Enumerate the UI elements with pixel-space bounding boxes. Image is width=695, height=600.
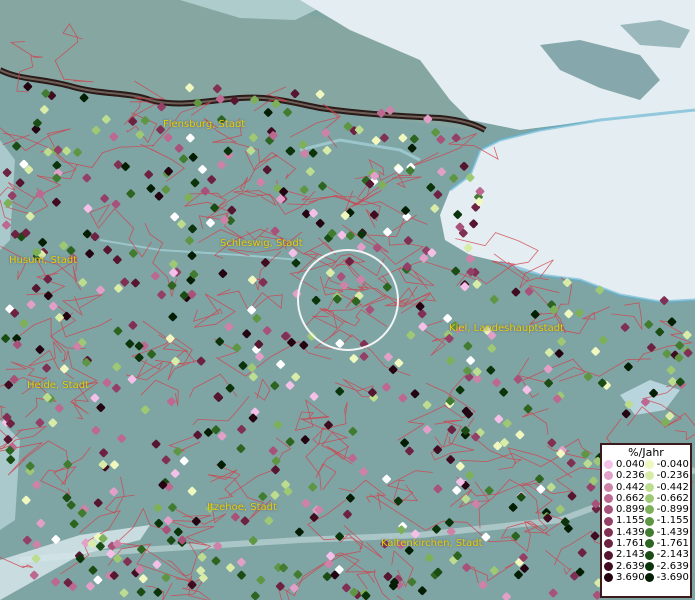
legend-swatch (644, 471, 654, 481)
legend-swatch (604, 460, 613, 470)
legend-swatch (644, 573, 654, 583)
legend-label: -0.442 (656, 481, 689, 493)
basemap (0, 0, 695, 600)
legend-row: 1.155 -1.155 (604, 515, 689, 527)
legend-row: 0.236 -0.236 (604, 470, 689, 482)
legend-entry: 0.899 (604, 504, 645, 515)
legend-label: -0.662 (656, 492, 689, 504)
legend-swatch (644, 539, 654, 549)
legend-label: 1.761 (616, 538, 645, 550)
legend-swatch (644, 482, 654, 492)
legend-entry: -0.442 (644, 481, 689, 493)
legend-label: -0.236 (656, 470, 689, 482)
legend-label: -0.899 (656, 504, 689, 516)
legend-swatch (644, 460, 654, 470)
legend-label: 1.439 (616, 526, 645, 538)
legend-row: 2.639 -2.639 (604, 560, 689, 572)
legend-row: 0.442 -0.442 (604, 481, 689, 493)
legend-row: 3.690 -3.690 (604, 571, 689, 583)
legend-swatch (644, 505, 654, 515)
legend-swatch (604, 539, 613, 549)
legend-row: 2.143 -2.143 (604, 549, 689, 561)
legend-row: 0.662 -0.662 (604, 492, 689, 504)
legend-swatch (604, 527, 613, 537)
legend-entry: 0.236 (604, 470, 645, 481)
map-view[interactable]: Flensburg, Stadt Husum, Stadt Schleswig,… (0, 0, 695, 600)
legend-swatch (604, 516, 613, 526)
legend-entry: 1.439 (604, 527, 645, 538)
legend-entry: -2.639 (644, 560, 689, 572)
legend-label: -2.143 (656, 549, 689, 561)
legend-swatch (604, 505, 613, 515)
legend-label: 3.690 (616, 571, 645, 583)
legend-entry: -1.439 (644, 526, 689, 538)
legend-swatch (604, 494, 613, 504)
legend-swatch (644, 516, 654, 526)
legend-label: -1.761 (656, 538, 689, 550)
legend-label: -2.639 (656, 560, 689, 572)
legend-entry: 2.143 (604, 549, 645, 560)
legend: %/Jahr 0.040 -0.040 0.236 -0.236 0.442 -0.442… (600, 443, 692, 598)
legend-label: -0.040 (656, 459, 689, 470)
legend-label: 0.442 (616, 481, 645, 493)
city-label: Schleswig, Stadt (220, 238, 303, 249)
legend-swatch (604, 482, 613, 492)
legend-entry: 3.690 (604, 572, 645, 583)
legend-label: -3.690 (656, 571, 689, 583)
legend-swatch (604, 550, 613, 560)
city-label: Itzehoe, Stadt (207, 502, 277, 513)
legend-swatch (644, 561, 654, 571)
legend-entry: 2.639 (604, 561, 645, 572)
legend-title: %/Jahr (628, 446, 664, 459)
legend-label: 2.143 (616, 549, 645, 561)
legend-swatch (644, 527, 654, 537)
legend-entry: 0.040 (604, 459, 645, 470)
legend-row: 0.040 -0.040 (604, 459, 689, 470)
legend-label: -1.155 (656, 515, 689, 527)
legend-label: -1.439 (656, 526, 689, 538)
city-label: Heide, Stadt (27, 380, 89, 391)
legend-entry: -0.236 (644, 470, 689, 482)
legend-label: 0.899 (616, 504, 645, 516)
legend-entry: -0.040 (644, 459, 689, 470)
legend-row: 1.439 -1.439 (604, 526, 689, 538)
city-label: Kiel, Landeshauptstadt (449, 323, 564, 334)
legend-swatch (604, 561, 613, 571)
legend-row: 0.899 -0.899 (604, 504, 689, 516)
legend-entry: -0.662 (644, 492, 689, 504)
legend-entry: 0.442 (604, 482, 645, 493)
city-label: Kaltenkirchen, Stadt (381, 538, 483, 549)
legend-entry: -1.155 (644, 515, 689, 527)
legend-entry: 1.155 (604, 515, 645, 526)
legend-label: 1.155 (616, 515, 645, 527)
legend-label: 2.639 (616, 560, 645, 572)
city-label: Husum, Stadt (9, 255, 78, 266)
legend-entry: -2.143 (644, 549, 689, 561)
legend-entry: 1.761 (604, 538, 645, 549)
legend-entry: 0.662 (604, 493, 645, 504)
legend-entry: -1.761 (644, 538, 689, 550)
city-label: Flensburg, Stadt (163, 119, 246, 130)
legend-entry: -3.690 (644, 571, 689, 583)
legend-swatch (644, 494, 654, 504)
legend-label: 0.040 (616, 459, 645, 470)
legend-swatch (604, 471, 613, 481)
legend-swatch (644, 550, 654, 560)
legend-entry: -0.899 (644, 504, 689, 516)
legend-swatch (604, 573, 613, 583)
legend-label: 0.662 (616, 492, 645, 504)
legend-row: 1.761 -1.761 (604, 538, 689, 550)
legend-label: 0.236 (616, 470, 645, 482)
